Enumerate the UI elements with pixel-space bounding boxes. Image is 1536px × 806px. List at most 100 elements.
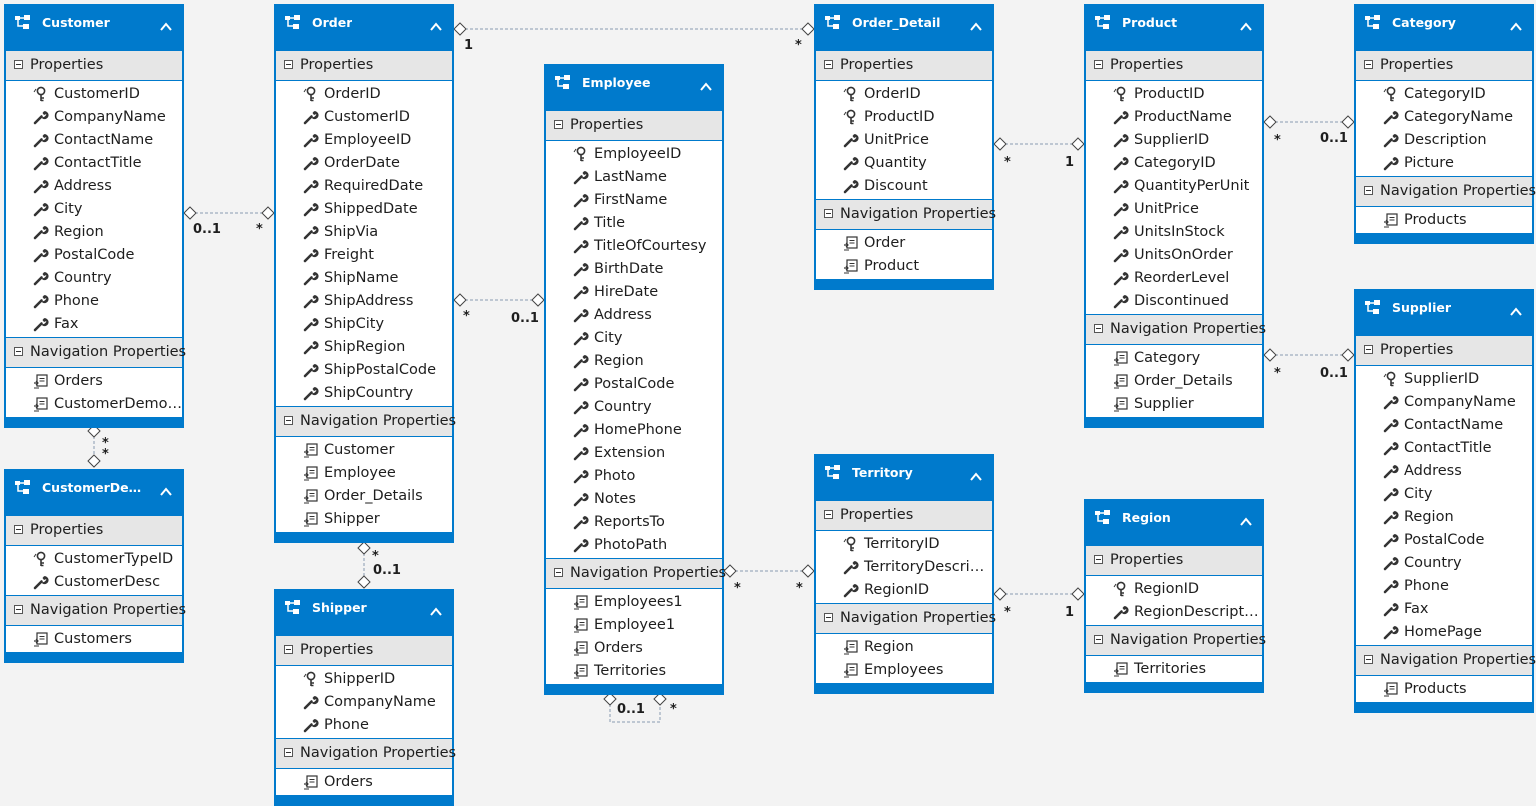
association-end-diamond[interactable] (183, 206, 197, 220)
association-order-orderdetail[interactable]: 1 * (453, 22, 815, 53)
navigation-property-item[interactable]: Shipper (276, 508, 452, 531)
property-item[interactable]: UnitsOnOrder (1086, 244, 1262, 267)
association-end-diamond[interactable] (1071, 137, 1085, 151)
association-end-diamond[interactable] (1341, 348, 1355, 362)
collapse-section-icon[interactable] (1094, 60, 1103, 69)
navigation-property-item[interactable]: Customers (6, 628, 182, 651)
property-item[interactable]: ShipAddress (276, 290, 452, 313)
chevron-up-icon[interactable] (160, 481, 172, 496)
properties-section-header[interactable]: Properties (1086, 546, 1262, 576)
navigation-property-item[interactable]: Employees (816, 659, 992, 682)
navigation-section-header[interactable]: Navigation Properties (1356, 176, 1536, 207)
property-item[interactable]: ProductName (1086, 106, 1262, 129)
property-item[interactable]: ShipperID (276, 668, 452, 691)
navigation-section-header[interactable]: Navigation Properties (546, 558, 726, 589)
entity-supplier[interactable]: Supplier Properties SupplierID CompanyName C… (1354, 289, 1536, 713)
navigation-property-item[interactable]: Category (1086, 347, 1262, 370)
properties-section-header[interactable]: Properties (1356, 51, 1532, 81)
chevron-up-icon[interactable] (430, 16, 442, 31)
property-item[interactable]: HireDate (546, 281, 722, 304)
collapse-section-icon[interactable] (14, 60, 23, 69)
property-item[interactable]: PostalCode (1356, 529, 1532, 552)
property-item[interactable]: Address (546, 304, 722, 327)
entity-header[interactable]: Customer (6, 4, 182, 51)
property-item[interactable]: BirthDate (546, 258, 722, 281)
entity-header[interactable]: Region (1086, 499, 1262, 546)
property-item[interactable]: ReportsTo (546, 511, 722, 534)
navigation-section-header[interactable]: Navigation Properties (276, 738, 456, 769)
properties-section-header[interactable]: Properties (1086, 51, 1262, 81)
navigation-property-item[interactable]: Order (816, 232, 992, 255)
association-customer-customerdemo[interactable]: ** (87, 424, 109, 468)
property-item[interactable]: OrderID (816, 83, 992, 106)
property-item[interactable]: TerritoryDescript… (816, 556, 992, 579)
association-orderdetail-product[interactable]: * 1 (993, 137, 1085, 170)
collapse-section-icon[interactable] (14, 525, 23, 534)
property-item[interactable]: ContactTitle (1356, 437, 1532, 460)
navigation-property-item[interactable]: CustomerDemo… (6, 393, 182, 416)
navigation-section-header[interactable]: Navigation Properties (816, 199, 996, 230)
property-item[interactable]: CustomerID (276, 106, 452, 129)
entity-region[interactable]: Region Properties RegionID RegionDescripti…… (1084, 499, 1266, 693)
property-item[interactable]: OrderID (276, 83, 452, 106)
collapse-section-icon[interactable] (554, 120, 563, 129)
chevron-up-icon[interactable] (160, 16, 172, 31)
property-item[interactable]: Country (6, 267, 182, 290)
property-item[interactable]: Quantity (816, 152, 992, 175)
association-territory-region[interactable]: * 1 (993, 587, 1085, 620)
navigation-property-item[interactable]: Territories (546, 660, 722, 683)
property-item[interactable]: ProductID (1086, 83, 1262, 106)
association-end-diamond[interactable] (1341, 115, 1355, 129)
properties-section-header[interactable]: Properties (816, 501, 992, 531)
navigation-section-header[interactable]: Navigation Properties (6, 337, 186, 368)
property-item[interactable]: Address (6, 175, 182, 198)
entity-header[interactable]: Territory (816, 454, 992, 501)
property-item[interactable]: PhotoPath (546, 534, 722, 557)
property-item[interactable]: Description (1356, 129, 1532, 152)
association-order-employee[interactable]: * 0..1 (453, 293, 545, 326)
navigation-property-item[interactable]: Product (816, 255, 992, 278)
property-item[interactable]: Phone (6, 290, 182, 313)
property-item[interactable]: CategoryID (1086, 152, 1262, 175)
association-customer-order[interactable]: 0..1 * (183, 206, 275, 237)
association-end-diamond[interactable] (993, 587, 1007, 601)
chevron-up-icon[interactable] (700, 76, 712, 91)
entity-customer[interactable]: Customer Properties CustomerID CompanyName C… (4, 4, 186, 428)
navigation-property-item[interactable]: Employee1 (546, 614, 722, 637)
association-end-diamond[interactable] (453, 293, 467, 307)
property-item[interactable]: City (6, 198, 182, 221)
property-item[interactable]: ContactTitle (6, 152, 182, 175)
property-item[interactable]: OrderDate (276, 152, 452, 175)
property-item[interactable]: HomePhone (546, 419, 722, 442)
property-item[interactable]: Country (1356, 552, 1532, 575)
property-item[interactable]: FirstName (546, 189, 722, 212)
property-item[interactable]: EmployeeID (546, 143, 722, 166)
property-item[interactable]: ShipRegion (276, 336, 452, 359)
properties-section-header[interactable]: Properties (1356, 336, 1532, 366)
association-end-diamond[interactable] (801, 22, 815, 36)
property-item[interactable]: Phone (276, 714, 452, 737)
property-item[interactable]: Country (546, 396, 722, 419)
properties-section-header[interactable]: Properties (546, 111, 722, 141)
property-item[interactable]: UnitPrice (1086, 198, 1262, 221)
collapse-section-icon[interactable] (1364, 655, 1373, 664)
property-item[interactable]: TerritoryID (816, 533, 992, 556)
association-end-diamond[interactable] (87, 454, 101, 468)
entity-header[interactable]: Order_Detail (816, 4, 992, 51)
collapse-section-icon[interactable] (284, 60, 293, 69)
entity-shipper[interactable]: Shipper Properties ShipperID CompanyName Pho… (274, 589, 456, 806)
properties-section-header[interactable]: Properties (6, 51, 182, 81)
property-item[interactable]: PostalCode (6, 244, 182, 267)
property-item[interactable]: CompanyName (1356, 391, 1532, 414)
property-item[interactable]: HomePage (1356, 621, 1532, 644)
property-item[interactable]: Picture (1356, 152, 1532, 175)
collapse-section-icon[interactable] (14, 605, 23, 614)
property-item[interactable]: Region (6, 221, 182, 244)
navigation-section-header[interactable]: Navigation Properties (1086, 625, 1266, 656)
collapse-section-icon[interactable] (1094, 324, 1103, 333)
navigation-property-item[interactable]: Products (1356, 678, 1532, 701)
collapse-section-icon[interactable] (1364, 186, 1373, 195)
navigation-property-item[interactable]: Order_Details (276, 485, 452, 508)
property-item[interactable]: City (1356, 483, 1532, 506)
property-item[interactable]: Fax (1356, 598, 1532, 621)
